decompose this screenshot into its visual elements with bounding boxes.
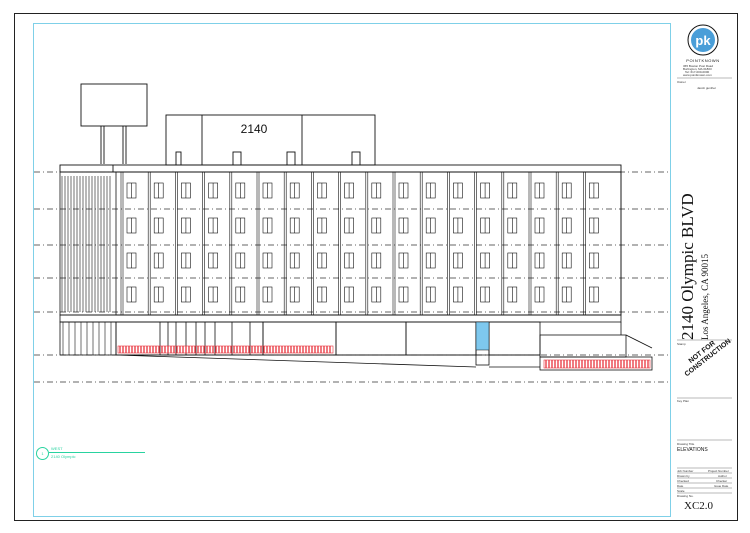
sheet-number: XC2.0 bbox=[684, 500, 714, 512]
checked-label: Checked bbox=[677, 479, 689, 483]
address-main: 2140 Olympic BLVD bbox=[678, 193, 697, 340]
project-address: 2140 Olympic BLVD Los Angeles, CA 90015 bbox=[648, 190, 748, 340]
key-plan-label: Key Plan bbox=[677, 399, 690, 403]
view-number: 1 bbox=[36, 447, 49, 460]
window-grid bbox=[120, 172, 599, 315]
building-sign: 2140 bbox=[241, 122, 268, 136]
glass-door bbox=[475, 321, 490, 351]
logo-letters: pk bbox=[695, 33, 711, 48]
view-tag-line bbox=[49, 452, 145, 453]
roof-line bbox=[59, 164, 622, 173]
job-number-value: Project Number bbox=[708, 469, 729, 473]
drawn-by-label: Drawn by bbox=[677, 474, 690, 478]
penthouse bbox=[165, 114, 376, 166]
louver-panel bbox=[61, 176, 112, 355]
billboard bbox=[80, 83, 148, 164]
date-label: Date bbox=[677, 484, 684, 488]
podium bbox=[59, 314, 653, 371]
checked-value: Checker bbox=[716, 479, 728, 483]
view-subtitle: 2140 Olympic bbox=[51, 454, 76, 459]
date-value: Issue Date bbox=[714, 484, 729, 488]
view-title: WEST bbox=[51, 446, 63, 451]
address-sub: Los Angeles, CA 90015 bbox=[700, 253, 710, 340]
scale-label: Scale bbox=[677, 489, 685, 493]
view-tag: 1 WEST 2140 Olympic bbox=[36, 446, 146, 460]
drawing-title-label: Drawing Title bbox=[677, 442, 695, 446]
drawing-no-label: Drawing No. bbox=[677, 494, 694, 498]
drawn-by-value: Author bbox=[718, 474, 727, 478]
owner-label: Owner bbox=[677, 80, 686, 84]
logo-name: POINTKNOWN bbox=[686, 58, 720, 63]
owner-value: Jacob gunther bbox=[697, 86, 717, 90]
logo-web: www.pointknown.com bbox=[683, 73, 712, 77]
stamp-label: Stamp bbox=[677, 342, 686, 346]
ground-slope bbox=[115, 354, 477, 368]
drawing-title: ELEVATIONS bbox=[677, 447, 708, 453]
job-number-label: Job Number bbox=[677, 469, 694, 473]
